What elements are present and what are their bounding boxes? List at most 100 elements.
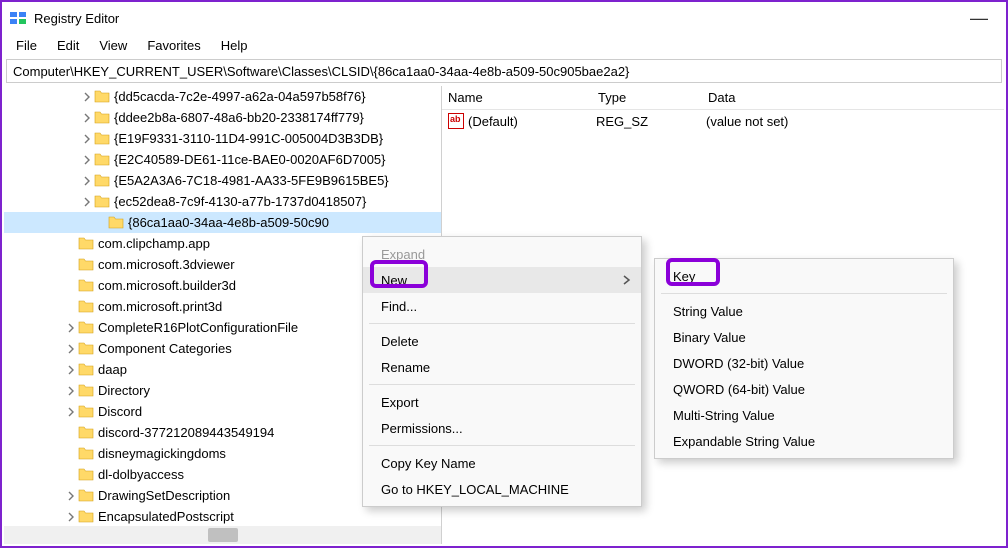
regedit-icon [10, 10, 26, 26]
chevron-right-icon[interactable] [80, 113, 94, 123]
tree-item-label: CompleteR16PlotConfigurationFile [98, 320, 298, 335]
tree-item-label: {ddee2b8a-6807-48a6-bb20-2338174ff779} [114, 110, 364, 125]
chevron-right-icon[interactable] [64, 344, 78, 354]
ctx-copy-key-name[interactable]: Copy Key Name [363, 450, 641, 476]
tree-item-label: discord-377212089443549194 [98, 425, 274, 440]
menu-help[interactable]: Help [211, 36, 258, 55]
chevron-right-icon[interactable] [64, 323, 78, 333]
chevron-right-icon[interactable] [80, 134, 94, 144]
tree-item-label: {E19F9331-3110-11D4-991C-005004D3B3DB} [114, 131, 383, 146]
tree-item[interactable]: EncapsulatedPostscript [4, 506, 441, 527]
tree-item-label: daap [98, 362, 127, 377]
ctx-goto-hklm[interactable]: Go to HKEY_LOCAL_MACHINE [363, 476, 641, 502]
chevron-right-icon[interactable] [64, 365, 78, 375]
new-string-value[interactable]: String Value [655, 298, 953, 324]
folder-icon [78, 236, 94, 252]
folder-icon [108, 215, 124, 231]
folder-icon [94, 194, 110, 210]
address-bar[interactable]: Computer\HKEY_CURRENT_USER\Software\Clas… [6, 59, 1002, 83]
ctx-delete[interactable]: Delete [363, 328, 641, 354]
folder-icon [78, 509, 94, 525]
folder-icon [78, 257, 94, 273]
chevron-right-icon[interactable] [80, 176, 94, 186]
chevron-right-icon[interactable] [80, 92, 94, 102]
folder-icon [78, 320, 94, 336]
value-type: REG_SZ [596, 114, 706, 129]
col-data[interactable]: Data [708, 90, 1004, 105]
ctx-export[interactable]: Export [363, 389, 641, 415]
address-text: Computer\HKEY_CURRENT_USER\Software\Clas… [13, 64, 629, 79]
value-name: (Default) [468, 114, 596, 129]
tree-item-label: com.microsoft.print3d [98, 299, 222, 314]
tree-item-label: DrawingSetDescription [98, 488, 230, 503]
tree-item[interactable]: {ec52dea8-7c9f-4130-a77b-1737d0418507} [4, 191, 441, 212]
ctx-expand: Expand [363, 241, 641, 267]
folder-icon [78, 488, 94, 504]
ctx-find[interactable]: Find... [363, 293, 641, 319]
folder-icon [78, 404, 94, 420]
ctx-permissions[interactable]: Permissions... [363, 415, 641, 441]
tree-item-label: {E2C40589-DE61-11ce-BAE0-0020AF6D7005} [114, 152, 386, 167]
chevron-right-icon[interactable] [64, 512, 78, 522]
chevron-right-icon[interactable] [80, 155, 94, 165]
tree-item[interactable]: {E5A2A3A6-7C18-4981-AA33-5FE9B9615BE5} [4, 170, 441, 191]
window-title: Registry Editor [34, 11, 119, 26]
menu-edit[interactable]: Edit [47, 36, 89, 55]
folder-icon [78, 362, 94, 378]
value-data: (value not set) [706, 114, 788, 129]
chevron-right-icon[interactable] [64, 491, 78, 501]
folder-icon [94, 110, 110, 126]
minimize-button[interactable]: — [960, 8, 998, 29]
folder-icon [94, 131, 110, 147]
menu-bar: File Edit View Favorites Help [2, 34, 1006, 56]
folder-icon [78, 467, 94, 483]
new-expandable-string-value[interactable]: Expandable String Value [655, 428, 953, 454]
folder-icon [78, 383, 94, 399]
column-headers[interactable]: Name Type Data [442, 86, 1004, 110]
tree-item[interactable]: {E19F9331-3110-11D4-991C-005004D3B3DB} [4, 128, 441, 149]
menu-file[interactable]: File [6, 36, 47, 55]
submenu-new: Key String Value Binary Value DWORD (32-… [654, 258, 954, 459]
tree-item-label: com.microsoft.builder3d [98, 278, 236, 293]
value-row[interactable]: (Default) REG_SZ (value not set) [442, 110, 1004, 132]
string-value-icon [448, 113, 464, 129]
tree-item[interactable]: {86ca1aa0-34aa-4e8b-a509-50c90 [4, 212, 441, 233]
chevron-right-icon[interactable] [80, 197, 94, 207]
new-binary-value[interactable]: Binary Value [655, 324, 953, 350]
folder-icon [78, 446, 94, 462]
folder-icon [94, 89, 110, 105]
menu-favorites[interactable]: Favorites [137, 36, 210, 55]
context-menu: Expand New Find... Delete Rename Export … [362, 236, 642, 507]
new-multi-string-value[interactable]: Multi-String Value [655, 402, 953, 428]
tree-item-label: disneymagickingdoms [98, 446, 226, 461]
tree-item-label: dl-dolbyaccess [98, 467, 184, 482]
tree-item-label: Discord [98, 404, 142, 419]
horizontal-scrollbar[interactable] [4, 526, 441, 544]
tree-item-label: Directory [98, 383, 150, 398]
new-key[interactable]: Key [655, 263, 953, 289]
tree-item-label: com.clipchamp.app [98, 236, 210, 251]
tree-item-label: Component Categories [98, 341, 232, 356]
new-dword-value[interactable]: DWORD (32-bit) Value [655, 350, 953, 376]
tree-item-label: {dd5cacda-7c2e-4997-a62a-04a597b58f76} [114, 89, 366, 104]
menu-view[interactable]: View [89, 36, 137, 55]
folder-icon [78, 341, 94, 357]
col-type[interactable]: Type [598, 90, 708, 105]
chevron-right-icon [623, 273, 631, 288]
folder-icon [78, 299, 94, 315]
title-bar: Registry Editor — [2, 2, 1006, 34]
tree-item-label: {ec52dea8-7c9f-4130-a77b-1737d0418507} [114, 194, 366, 209]
tree-item[interactable]: {dd5cacda-7c2e-4997-a62a-04a597b58f76} [4, 86, 441, 107]
chevron-right-icon[interactable] [64, 386, 78, 396]
tree-item[interactable]: {ddee2b8a-6807-48a6-bb20-2338174ff779} [4, 107, 441, 128]
tree-item-label: com.microsoft.3dviewer [98, 257, 235, 272]
tree-item-label: {86ca1aa0-34aa-4e8b-a509-50c90 [128, 215, 329, 230]
folder-icon [78, 425, 94, 441]
ctx-rename[interactable]: Rename [363, 354, 641, 380]
col-name[interactable]: Name [448, 90, 598, 105]
folder-icon [94, 173, 110, 189]
new-qword-value[interactable]: QWORD (64-bit) Value [655, 376, 953, 402]
tree-item[interactable]: {E2C40589-DE61-11ce-BAE0-0020AF6D7005} [4, 149, 441, 170]
ctx-new[interactable]: New [363, 267, 641, 293]
chevron-right-icon[interactable] [64, 407, 78, 417]
